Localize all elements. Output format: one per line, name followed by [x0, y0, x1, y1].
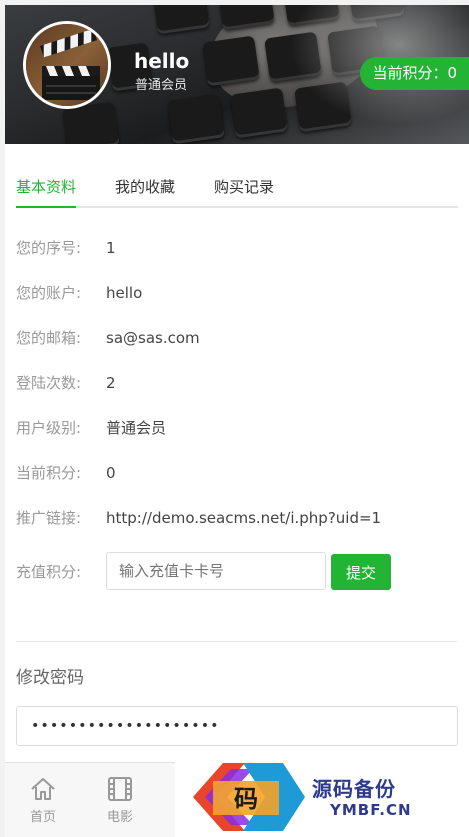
watermark-title: 源码备份: [312, 777, 396, 801]
nav-label: 首页: [29, 810, 56, 825]
tab-basic-info[interactable]: 基本资料: [16, 176, 77, 208]
recharge-card-input[interactable]: [106, 552, 326, 590]
film-icon: [108, 777, 132, 801]
points-badge: 当前积分：0: [360, 57, 469, 90]
tab-favorites[interactable]: 我的收藏: [115, 176, 175, 206]
info-label: 用户级别:: [16, 419, 82, 437]
info-value: 普通会员: [106, 419, 167, 437]
svg-text:码: 码: [234, 784, 258, 813]
info-label: 当前积分:: [16, 464, 82, 482]
profile-banner: hello 普通会员 当前积分：0: [5, 5, 469, 144]
avatar[interactable]: [23, 21, 111, 109]
nav-item-home[interactable]: 首页: [13, 763, 73, 833]
referral-link[interactable]: http://demo.seacms.net/i.php?uid=1: [106, 506, 381, 530]
profile-tabs: 基本资料 我的收藏 购买记录: [16, 176, 458, 208]
user-level: 普通会员: [135, 78, 188, 93]
info-value: hello: [106, 284, 143, 302]
info-label: 推广链接:: [16, 509, 82, 527]
watermark-subtitle: YMBF.CN: [330, 801, 412, 819]
user-center-page: hello 普通会员 当前积分：0 基本资料 我的收藏 购买记录 您的序号: 1…: [5, 5, 469, 837]
watermark-badge-icon: 码: [193, 763, 305, 831]
clapperboard-icon: [26, 24, 108, 106]
info-value: 2: [106, 374, 116, 392]
info-label: 您的账户:: [16, 284, 82, 302]
home-icon: [31, 778, 55, 800]
info-value: 0: [106, 464, 116, 482]
password-field[interactable]: [16, 706, 458, 746]
info-value: 1: [106, 239, 116, 257]
nav-item-movies[interactable]: 电影: [90, 763, 150, 833]
tab-purchase-history[interactable]: 购买记录: [214, 176, 274, 206]
info-label: 登陆次数:: [16, 374, 82, 392]
change-password-title: 修改密码: [16, 668, 84, 688]
username: hello: [134, 49, 190, 73]
info-value: sa@sas.com: [106, 329, 200, 347]
info-label: 充值积分:: [16, 563, 82, 581]
nav-label: 电影: [106, 810, 133, 825]
recharge-submit-button[interactable]: 提交: [331, 554, 391, 590]
info-label: 您的序号:: [16, 239, 82, 257]
divider: [16, 641, 458, 642]
watermark-logo: 码 源码备份 YMBF.CN: [175, 755, 469, 837]
points-badge-label: 当前积分：0: [372, 64, 457, 82]
info-label: 您的邮箱:: [16, 329, 82, 347]
